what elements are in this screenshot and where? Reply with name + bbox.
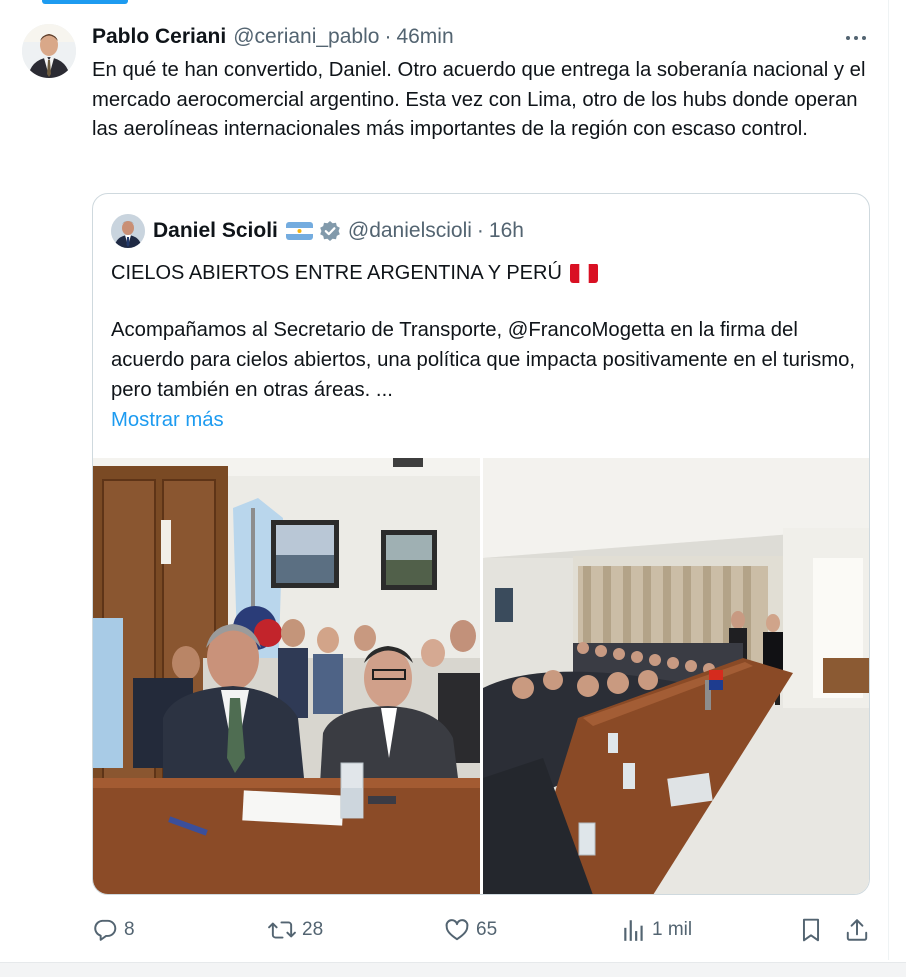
quote-timestamp[interactable]: 16h <box>489 219 524 243</box>
quote-title: CIELOS ABIERTOS ENTRE ARGENTINA Y PERÚ <box>111 262 562 284</box>
repost-button[interactable]: 28 <box>268 910 323 950</box>
quote-author-avatar[interactable] <box>111 214 145 248</box>
reply-icon <box>92 917 118 943</box>
views-count: 1 mil <box>652 919 693 940</box>
views-icon <box>622 917 646 943</box>
author-handle[interactable]: @ceriani_pablo <box>233 25 379 49</box>
timeline-footer-divider <box>0 962 906 977</box>
share-button[interactable] <box>844 910 870 950</box>
quote-author-handle[interactable]: @danielscioli <box>348 219 472 243</box>
timeline-divider <box>888 0 889 960</box>
share-icon <box>844 917 870 943</box>
views-button[interactable]: 1 mil <box>622 910 692 950</box>
show-more-link[interactable]: Mostrar más <box>111 405 224 435</box>
top-edge <box>0 0 906 6</box>
tweet-text: En qué te han convertido, Daniel. Otro a… <box>92 59 866 140</box>
tweet-actions: 8 28 65 1 mil <box>92 910 872 950</box>
author-name[interactable]: Pablo Ceriani <box>92 25 226 49</box>
quote-header-separator: · <box>476 219 484 242</box>
top-tab-indicator <box>42 0 128 4</box>
peru-flag-icon <box>569 263 598 283</box>
header-separator: · <box>384 25 392 48</box>
bookmark-icon <box>799 917 823 943</box>
photo-meeting-left[interactable] <box>93 458 480 894</box>
like-button[interactable]: 65 <box>444 910 497 950</box>
verified-badge-icon <box>319 220 341 242</box>
quote-header: Daniel Scioli @danielscioli · 16h <box>111 214 524 248</box>
ellipsis-icon <box>846 36 850 40</box>
tweet-header: Pablo Ceriani @ceriani_pablo · 46min <box>92 22 454 52</box>
tweet-timestamp[interactable]: 46min <box>396 25 453 49</box>
quoted-tweet-card[interactable]: Daniel Scioli @danielscioli · 16h CIELOS… <box>92 193 870 895</box>
like-count: 65 <box>476 919 498 940</box>
quote-author-name[interactable]: Daniel Scioli <box>153 219 278 243</box>
bookmark-button[interactable] <box>799 910 823 950</box>
like-icon <box>444 917 470 943</box>
reply-button[interactable]: 8 <box>92 910 135 950</box>
repost-icon <box>268 917 296 943</box>
author-avatar[interactable] <box>22 24 76 78</box>
reply-count: 8 <box>124 919 135 940</box>
argentina-flag-icon <box>285 222 313 240</box>
photo-meeting-right[interactable] <box>483 458 869 894</box>
more-options-button[interactable] <box>840 24 872 52</box>
quote-title-line: CIELOS ABIERTOS ENTRE ARGENTINA Y PERÚ <box>111 258 598 288</box>
repost-count: 28 <box>302 919 324 940</box>
quote-body-text: Acompañamos al Secretario de Transporte,… <box>111 319 856 401</box>
